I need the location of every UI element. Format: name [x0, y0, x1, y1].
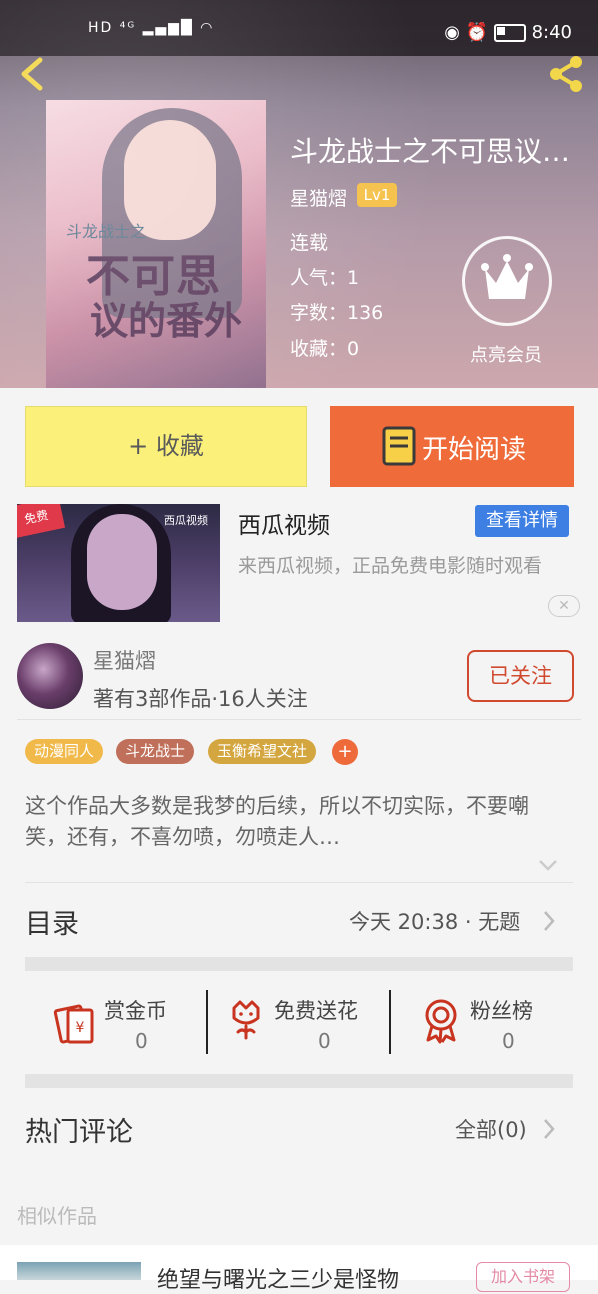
stat-value: 0: [318, 1029, 331, 1053]
coin-envelope-icon: ¥: [53, 1004, 94, 1044]
chevron-right-icon[interactable]: [542, 910, 556, 932]
author-avatar[interactable]: [17, 643, 83, 709]
send-flower-button[interactable]: 免费送花 0: [224, 990, 384, 1060]
flower-icon: [232, 1000, 260, 1040]
book-popularity: 人气：1: [290, 267, 360, 289]
book-title: 斗龙战士之不可思议…: [290, 135, 571, 168]
ad-art-face: [87, 514, 157, 610]
medal-icon: [425, 999, 457, 1044]
follow-button[interactable]: 已关注: [467, 650, 574, 702]
similar-works-label: 相似作品: [17, 1204, 97, 1228]
cover-subtitle: 斗龙战士之: [66, 222, 147, 241]
vip-label[interactable]: 点亮会员: [470, 341, 542, 367]
book-favorites: 收藏：0: [290, 338, 360, 360]
cover-art: [102, 108, 242, 318]
ad-image[interactable]: 免费 西瓜视频: [17, 504, 220, 622]
svg-text:¥: ¥: [76, 1020, 85, 1036]
clock-time: 8:40: [531, 22, 572, 43]
status-bar: HD ⁴ᴳ ▂▄▆█ ◠ ◉ ⏰ 8:40: [0, 0, 598, 56]
similar-book-cover[interactable]: [17, 1262, 141, 1280]
chevron-down-icon[interactable]: [538, 858, 558, 872]
book-icon: [382, 426, 416, 466]
section-separator: [25, 1074, 573, 1088]
start-reading-button[interactable]: 开始阅读: [330, 406, 574, 487]
eye-icon: ◉: [444, 22, 460, 43]
cover-art-face: [124, 120, 216, 240]
ad-detail-button[interactable]: 查看详情: [475, 505, 569, 537]
divider: [389, 990, 391, 1054]
status-signal: HD ⁴ᴳ ▂▄▆█ ◠: [88, 20, 215, 36]
stat-label: 粉丝榜: [470, 999, 533, 1023]
stat-value: 0: [502, 1029, 515, 1053]
fan-ranking-button[interactable]: 粉丝榜 0: [420, 990, 560, 1060]
cover-title-line2: 议的番外: [90, 299, 243, 343]
crown-icon: [481, 254, 533, 299]
book-header: HD ⁴ᴳ ▂▄▆█ ◠ ◉ ⏰ 8:40 斗龙战士之 不可思 议的番外 斗龙战…: [0, 0, 598, 388]
tag-item[interactable]: 斗龙战士: [116, 739, 195, 764]
divider: [206, 990, 208, 1054]
book-author[interactable]: 星猫熠: [290, 184, 347, 211]
toc-label[interactable]: 目录: [25, 902, 79, 941]
add-to-shelf-button[interactable]: 加入书架: [476, 1262, 570, 1292]
ad-title[interactable]: 西瓜视频: [238, 506, 330, 540]
synopsis[interactable]: 这个作品大多数是我梦的后续，所以不切实际，不要嘲笑，还有，不喜勿喷，勿喷走人…: [25, 791, 565, 853]
cover-title-line1: 不可思: [86, 251, 221, 302]
tag-item[interactable]: 玉衡希望文社: [208, 739, 317, 764]
book-cover[interactable]: 斗龙战士之 不可思 议的番外: [46, 100, 266, 388]
toc-latest-chapter[interactable]: 今天 20:38 · 无题: [349, 906, 520, 936]
book-word-count: 字数：136: [290, 302, 384, 324]
all-comments-link[interactable]: 全部(0): [455, 1114, 527, 1144]
similar-book-title[interactable]: 绝望与曙光之三少是怪物: [157, 1262, 399, 1294]
ad-logo: 西瓜视频: [164, 514, 208, 527]
divider: [25, 882, 573, 883]
share-icon[interactable]: [544, 52, 588, 96]
ad-close-button[interactable]: ✕: [548, 595, 580, 617]
section-separator: [25, 957, 573, 971]
stat-value: 0: [135, 1029, 148, 1053]
status-right: ◉ ⏰ 8:40: [444, 22, 572, 43]
stat-label: 赏金币: [104, 999, 167, 1023]
collect-button[interactable]: + 收藏: [25, 406, 307, 487]
add-tag-button[interactable]: +: [332, 739, 358, 765]
tag-item[interactable]: 动漫同人: [25, 739, 104, 764]
chevron-right-icon[interactable]: [542, 1118, 556, 1140]
level-badge: Lv1: [357, 183, 397, 207]
vip-button[interactable]: [462, 236, 552, 326]
hot-comments-label: 热门评论: [25, 1117, 133, 1148]
author-name[interactable]: 星猫熠: [93, 645, 156, 675]
divider: [17, 719, 581, 720]
reward-coins-button[interactable]: ¥ 赏金币 0: [50, 990, 200, 1060]
alarm-icon: ⏰: [465, 22, 489, 43]
back-icon[interactable]: [16, 56, 48, 92]
author-stats: 著有3部作品·16人关注: [93, 687, 308, 711]
ad-description: 来西瓜视频，正品免费电影随时观看: [238, 555, 543, 577]
book-status: 连载: [290, 232, 329, 254]
ad-free-badge: 免费: [17, 504, 66, 539]
stat-label: 免费送花: [274, 999, 358, 1023]
start-reading-label: 开始阅读: [422, 435, 527, 465]
battery-icon: [493, 24, 526, 42]
